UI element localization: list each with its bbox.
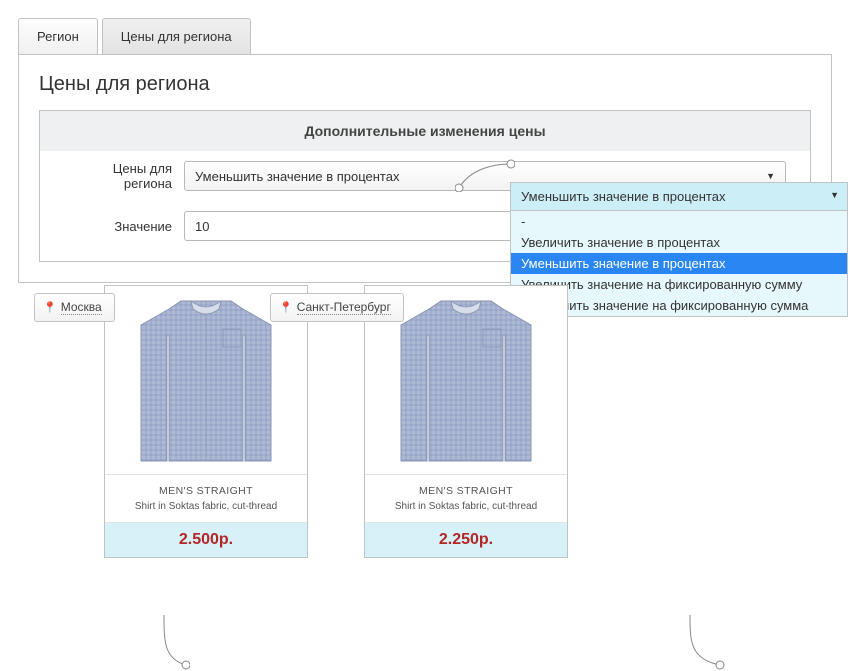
product-1-subtitle: Shirt in Soktas fabric, cut-thread [105, 499, 307, 522]
product-card-1: MEN'S STRAIGHT Shirt in Soktas fabric, c… [104, 285, 308, 558]
callout-connector-3 [684, 611, 726, 671]
label-value: Значение [64, 219, 184, 234]
dropdown-option-2[interactable]: Уменьшить значение в процентах [511, 253, 847, 274]
tab-prices[interactable]: Цены для региона [102, 18, 251, 55]
shirt-icon [131, 295, 281, 465]
select-mode-value: Уменьшить значение в процентах [195, 169, 399, 184]
region-tag-2-label: Санкт-Петербург [297, 300, 391, 315]
dropdown-selected[interactable]: Уменьшить значение в процентах [511, 183, 847, 211]
dropdown-option-1-label: Увеличить значение в процентах [521, 235, 720, 250]
tab-prices-label: Цены для региона [121, 29, 232, 44]
tab-region[interactable]: Регион [18, 18, 98, 55]
dropdown-option-2-label: Уменьшить значение в процентах [521, 256, 725, 271]
shirt-icon [391, 295, 541, 465]
tab-region-label: Регион [37, 29, 79, 44]
pin-icon: 📍 [43, 301, 57, 314]
dropdown-option-0-label: - [521, 214, 525, 229]
form-header: Дополнительные изменения цены [40, 111, 810, 151]
products-row: 📍 Москва [18, 285, 832, 558]
region-tag-2[interactable]: 📍 Санкт-Петербург [270, 293, 404, 322]
product-card-2: MEN'S STRAIGHT Shirt in Soktas fabric, c… [364, 285, 568, 558]
pin-icon: 📍 [279, 301, 293, 314]
region-tag-1[interactable]: 📍 Москва [34, 293, 115, 322]
callout-connector-2 [158, 611, 190, 671]
dropdown-option-1[interactable]: Увеличить значение в процентах [511, 232, 847, 253]
region-tag-1-label: Москва [61, 300, 102, 315]
label-mode: Цены для региона [64, 161, 184, 191]
tab-bar: Регион Цены для региона [18, 18, 832, 55]
input-value-text: 10 [195, 219, 209, 234]
product-2: 📍 Санкт-Петербург [364, 285, 568, 558]
product-2-price: 2.250р. [365, 522, 567, 557]
product-2-title: MEN'S STRAIGHT [365, 475, 567, 499]
dropdown-option-0[interactable]: - [511, 211, 847, 232]
product-2-subtitle: Shirt in Soktas fabric, cut-thread [365, 499, 567, 522]
product-1: 📍 Москва [104, 285, 308, 558]
panel-title: Цены для региона [19, 55, 831, 110]
product-1-price: 2.500р. [105, 522, 307, 557]
product-1-title: MEN'S STRAIGHT [105, 475, 307, 499]
dropdown-selected-text: Уменьшить значение в процентах [521, 189, 725, 204]
